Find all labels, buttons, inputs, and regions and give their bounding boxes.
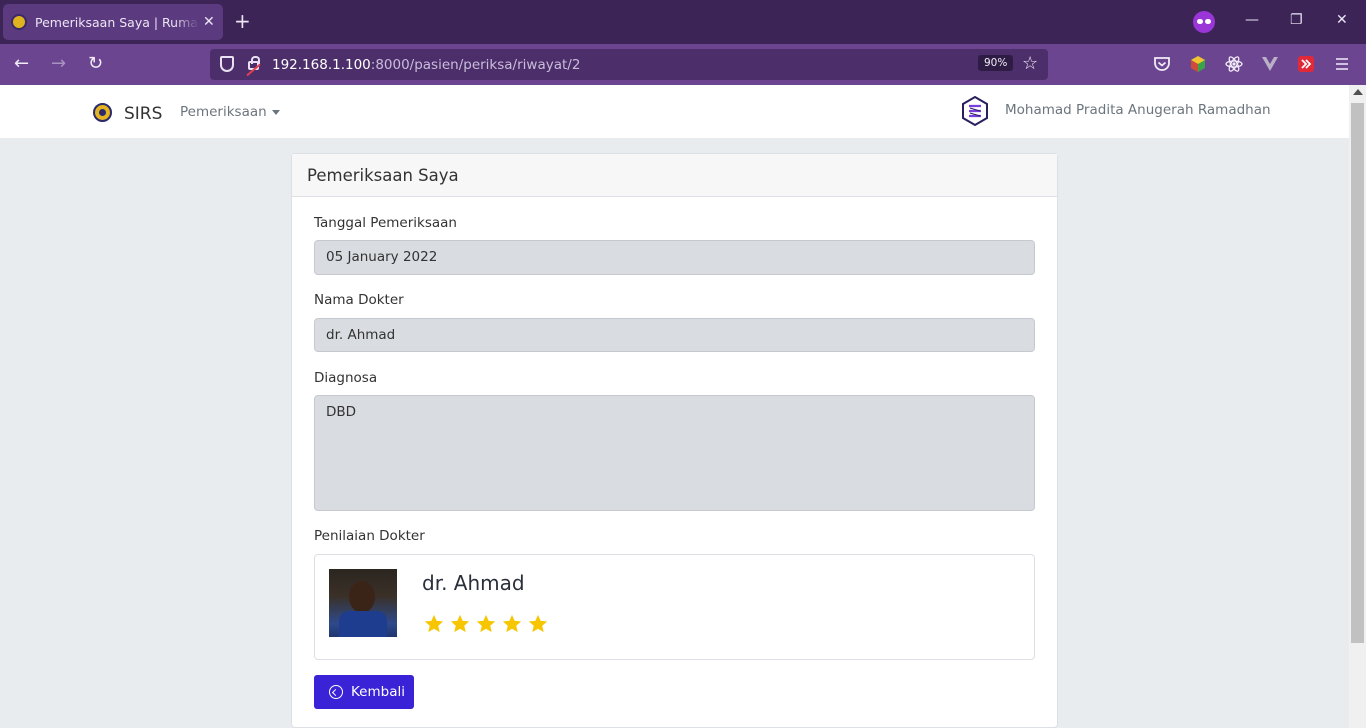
date-field[interactable]: 05 January 2022	[314, 240, 1035, 275]
pocket-icon[interactable]	[1153, 55, 1171, 73]
forward-arrow-icon[interactable]: →	[51, 54, 66, 74]
star-icon[interactable]	[475, 613, 497, 635]
extension-red-icon[interactable]	[1297, 55, 1315, 73]
pemeriksaan-menu-label: Pemeriksaan	[180, 104, 267, 120]
restore-icon[interactable]: ❐	[1290, 12, 1303, 28]
pemeriksaan-menu[interactable]: Pemeriksaan	[180, 104, 280, 120]
url-path: :8000/pasien/periksa/riwayat/2	[370, 57, 581, 73]
vue-devtools-icon[interactable]	[1261, 55, 1279, 73]
star-icon[interactable]	[449, 613, 471, 635]
doctor-rating-card: dr. Ahmad	[314, 554, 1035, 660]
minimize-icon[interactable]: —	[1245, 12, 1259, 28]
close-tab-icon[interactable]: ✕	[203, 14, 215, 30]
diagnosis-textarea[interactable]: DBD	[314, 395, 1035, 511]
url-text[interactable]: 192.168.1.100:8000/pasien/periksa/riwaya…	[272, 57, 580, 73]
insecure-lock-icon[interactable]	[248, 56, 260, 70]
examination-card: Pemeriksaan Saya Tanggal Pemeriksaan 05 …	[291, 153, 1058, 728]
back-button[interactable]: Kembali	[314, 675, 414, 709]
tab-title: Pemeriksaan Saya | Rumah Sakit	[35, 14, 199, 30]
doctor-label: Nama Dokter	[314, 292, 404, 308]
user-name[interactable]: Mohamad Pradita Anugerah Ramadhan	[1005, 102, 1271, 118]
zoom-level-badge[interactable]: 90%	[978, 55, 1014, 71]
scroll-thumb[interactable]	[1351, 103, 1364, 643]
caret-down-icon	[271, 109, 280, 115]
back-arrow-icon[interactable]: ←	[14, 54, 29, 74]
url-host: 192.168.1.100	[272, 57, 371, 73]
user-avatar-icon[interactable]	[961, 96, 989, 126]
close-window-icon[interactable]: ✕	[1336, 12, 1348, 28]
star-icon[interactable]	[501, 613, 523, 635]
hamburger-menu-icon[interactable]	[1333, 55, 1351, 73]
page-scrollbar[interactable]	[1349, 85, 1366, 728]
hospital-logo-icon[interactable]	[93, 103, 112, 122]
card-title: Pemeriksaan Saya	[292, 154, 1057, 197]
rating-doctor-name: dr. Ahmad	[422, 571, 525, 595]
extension-cube-icon[interactable]	[1189, 55, 1207, 73]
rating-stars	[423, 613, 549, 635]
page-viewport: SIRS Pemeriksaan Mohamad Pradita Anugera…	[0, 85, 1349, 728]
date-label: Tanggal Pemeriksaan	[314, 215, 457, 231]
doctor-field[interactable]: dr. Ahmad	[314, 318, 1035, 352]
rating-label: Penilaian Dokter	[314, 528, 425, 544]
site-favicon-icon	[11, 14, 27, 30]
browser-tab[interactable]: Pemeriksaan Saya | Rumah Sakit ✕	[3, 4, 223, 40]
react-devtools-icon[interactable]	[1225, 55, 1243, 73]
address-bar[interactable]: 192.168.1.100:8000/pasien/periksa/riwaya…	[210, 49, 1048, 80]
tracking-shield-icon[interactable]	[220, 56, 234, 72]
star-icon[interactable]	[527, 613, 549, 635]
arrow-left-circle-icon	[329, 685, 343, 699]
reload-icon[interactable]: ↻	[88, 54, 103, 74]
scroll-up-icon[interactable]	[1353, 89, 1363, 95]
app-navbar: SIRS Pemeriksaan Mohamad Pradita Anugera…	[0, 85, 1349, 138]
brand-name[interactable]: SIRS	[124, 104, 162, 124]
back-button-label: Kembali	[351, 684, 405, 700]
bookmark-star-icon[interactable]: ☆	[1022, 53, 1038, 74]
star-icon[interactable]	[423, 613, 445, 635]
doctor-photo	[329, 569, 397, 637]
private-browsing-icon	[1193, 11, 1215, 33]
new-tab-icon[interactable]: +	[234, 10, 251, 32]
diagnosis-label: Diagnosa	[314, 370, 378, 386]
browser-tab-bar: Pemeriksaan Saya | Rumah Sakit ✕ + — ❐ ✕	[0, 0, 1366, 44]
